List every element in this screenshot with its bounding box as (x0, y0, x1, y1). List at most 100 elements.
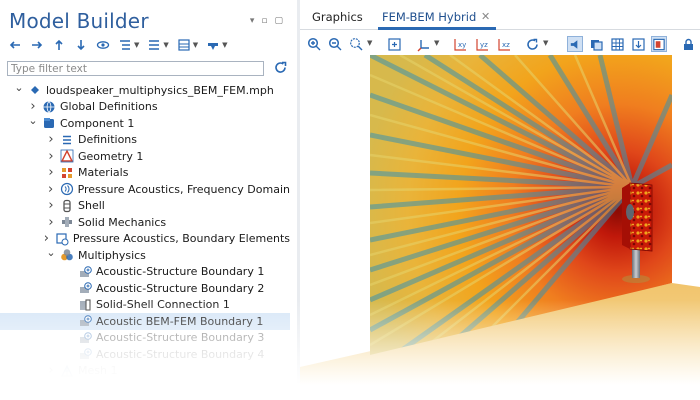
close-icon[interactable]: ✕ (481, 10, 490, 23)
dropdown-icon[interactable]: ▾ (250, 16, 255, 26)
chevron-right-icon[interactable]: › (46, 165, 56, 180)
table-view-icon[interactable] (177, 38, 191, 52)
coupling-icon (78, 265, 92, 279)
speaker-driver (626, 204, 634, 220)
tree-item-label: Global Definitions (60, 100, 158, 114)
chevron-right-icon[interactable]: › (46, 182, 56, 197)
zoom-extents-icon[interactable] (386, 36, 402, 52)
minimize-icon[interactable]: ▫ (261, 16, 267, 26)
chevron-right-icon[interactable]: › (46, 363, 56, 378)
wireframe-icon[interactable] (609, 36, 625, 52)
graphics-viewport[interactable] (300, 55, 700, 400)
axis-icon[interactable] (415, 36, 431, 52)
tree-item-label: Shell (78, 199, 105, 213)
tree-item[interactable]: Solid-Shell Connection 1 (0, 297, 290, 314)
chevron-right-icon[interactable]: › (46, 198, 56, 213)
xz-view-icon[interactable]: xz (496, 36, 512, 52)
model-builder-panel: Model Builder ▾ ▫ ▢ ▼ ▼ ▼ ▼ ⌄ loudspeaker… (0, 0, 297, 400)
tree-item-label: Materials (78, 166, 129, 180)
xy-view-icon[interactable]: xy (452, 36, 468, 52)
filter-field[interactable] (7, 61, 264, 76)
chevron-down-icon[interactable]: ⌄ (14, 82, 24, 94)
reset-view-icon[interactable] (630, 36, 646, 52)
zoom-out-icon[interactable] (327, 36, 343, 52)
tree-item[interactable]: ⌄ Component 1 (0, 114, 290, 132)
lock-icon[interactable] (680, 36, 696, 52)
tree-item[interactable]: › Mesh 1 (0, 363, 290, 380)
tree-item[interactable]: ⌄ loudspeaker_multiphysics_BEM_FEM.mph (0, 82, 290, 99)
tree-item-label: Acoustic BEM-FEM Boundary 1 (96, 314, 264, 328)
tree-item-label: Mesh 1 (78, 364, 118, 378)
forward-arrow-icon[interactable] (30, 38, 44, 52)
coupling-icon (78, 281, 92, 295)
back-arrow-icon[interactable] (8, 38, 22, 52)
component-icon (42, 116, 56, 130)
transparency-icon[interactable] (588, 36, 604, 52)
tree-item[interactable]: › Solid Mechanics (0, 214, 290, 231)
tab-fem-bem-hybrid[interactable]: FEM-BEM Hybrid (382, 10, 476, 24)
globe-icon (42, 100, 56, 114)
tree-item[interactable]: Acoustic-Structure Boundary 4 (0, 346, 290, 363)
move-down-icon[interactable] (74, 38, 88, 52)
chevron-right-icon[interactable]: › (46, 149, 56, 164)
tree-item[interactable]: Acoustic-Structure Boundary 3 (0, 330, 290, 347)
chevron-down-icon[interactable]: ▼ (193, 41, 198, 49)
chevron-down-icon[interactable]: ▼ (543, 39, 548, 47)
tab-graphics[interactable]: Graphics (312, 10, 363, 24)
chevron-right-icon[interactable]: › (28, 99, 38, 114)
move-up-icon[interactable] (52, 38, 66, 52)
maximize-icon[interactable]: ▢ (274, 16, 283, 26)
tree-item-label: Acoustic-Structure Boundary 1 (96, 265, 265, 279)
yz-view-icon[interactable]: yz (474, 36, 490, 52)
chevron-down-icon[interactable]: ▼ (434, 39, 439, 47)
tree-item[interactable]: Acoustic BEM-FEM Boundary 1 (0, 313, 290, 330)
svg-text:xz: xz (502, 41, 510, 49)
scene-light-icon[interactable] (567, 36, 583, 52)
tree-item[interactable]: › Pressure Acoustics, Frequency Domain (0, 181, 290, 198)
tree-item[interactable]: ⌄ Multiphysics (0, 246, 290, 264)
graphics-panel: Graphics FEM-BEM Hybrid ✕ ▼ ▼ xy yz xz ▼ (300, 0, 700, 400)
boundary-elements-icon (55, 232, 69, 246)
filter-input[interactable] (8, 62, 263, 76)
zoom-box-icon[interactable] (348, 36, 364, 52)
show-icon[interactable] (96, 38, 110, 52)
chevron-right-icon[interactable]: › (42, 231, 51, 246)
chevron-down-icon[interactable]: ▼ (367, 39, 372, 47)
tree-item-label: Acoustic-Structure Boundary 2 (96, 281, 265, 295)
tree-item[interactable]: › Definitions (0, 132, 290, 149)
acoustic-pressure-field-plot (300, 55, 700, 400)
speaker-stand (632, 248, 640, 278)
render-icon[interactable] (651, 36, 667, 52)
add-node-icon[interactable] (206, 38, 220, 52)
tree-item[interactable]: Acoustic-Structure Boundary 1 (0, 264, 290, 281)
tree-item[interactable]: Acoustic-Structure Boundary 2 (0, 280, 290, 297)
chevron-right-icon[interactable]: › (46, 132, 56, 147)
tree-item[interactable]: › Global Definitions (0, 99, 290, 116)
tree-item-label: Acoustic-Structure Boundary 4 (96, 347, 265, 361)
materials-icon (60, 166, 74, 180)
chevron-down-icon[interactable]: ⌄ (28, 114, 38, 127)
chevron-down-icon[interactable]: ▼ (134, 41, 139, 49)
svg-text:yz: yz (480, 41, 488, 49)
refresh-icon[interactable] (273, 60, 288, 75)
zoom-in-icon[interactable] (306, 36, 322, 52)
chevron-down-icon[interactable]: ▼ (222, 41, 227, 49)
rotate-icon[interactable] (524, 36, 540, 52)
chevron-down-icon[interactable]: ▼ (163, 41, 168, 49)
collapse-tree-icon[interactable] (147, 38, 161, 52)
chevron-right-icon[interactable]: › (46, 215, 56, 230)
tree-item[interactable]: › Shell (0, 198, 290, 215)
multiphysics-icon (60, 248, 74, 262)
tree-item-label: Pressure Acoustics, Boundary Elements (72, 232, 290, 246)
chevron-down-icon[interactable]: ⌄ (46, 246, 56, 259)
mesh-icon (60, 364, 74, 378)
expand-tree-icon[interactable] (118, 38, 132, 52)
tree-item[interactable]: › Pressure Acoustics, Boundary Elements (0, 231, 290, 248)
coupling-icon (78, 314, 92, 328)
tree-item[interactable]: › Geometry 1 (0, 148, 290, 165)
solid-mechanics-icon (60, 215, 74, 229)
active-tab-indicator (378, 27, 496, 30)
tree-item[interactable]: › Materials (0, 165, 290, 182)
